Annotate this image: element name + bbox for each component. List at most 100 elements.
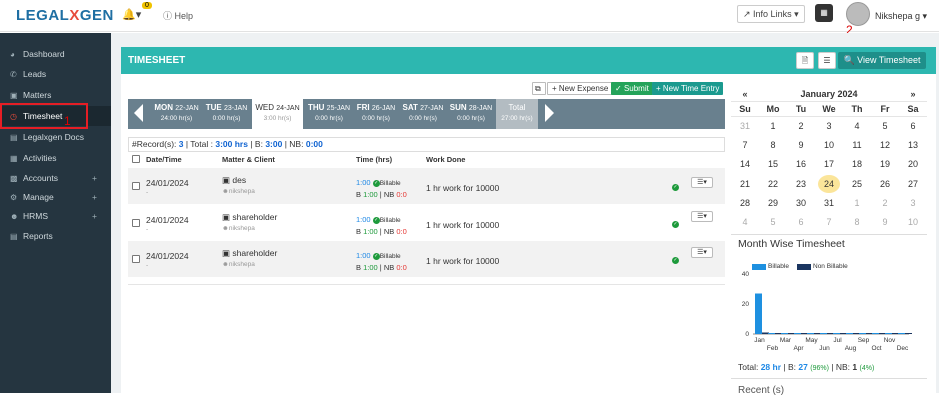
row-matter[interactable]: ▣ des — [222, 175, 246, 186]
sidebar-item-legalxgen-docs[interactable]: ▤ Legalxgen Docs — [0, 127, 111, 147]
calendar-day[interactable]: 10 — [899, 214, 927, 230]
recent-title: Recent (s) — [738, 385, 785, 396]
calendar-day[interactable]: 24 — [818, 174, 840, 193]
new-time-entry-button[interactable]: + New Time Entry — [652, 82, 724, 95]
new-expense-button[interactable]: + New Expense — [547, 82, 614, 95]
prev-week-icon[interactable] — [134, 104, 143, 122]
calendar-day[interactable]: 14 — [731, 156, 759, 172]
calendar-day[interactable]: 22 — [759, 176, 787, 192]
calendar-day[interactable]: 23 — [787, 176, 815, 192]
user-name-dropdown[interactable]: Nikshepa g ▾ — [875, 11, 927, 22]
sidebar-item-leads[interactable]: ✆ Leads — [0, 64, 111, 84]
calendar-day[interactable]: 12 — [871, 137, 899, 153]
calendar-weekday-header: Su — [739, 104, 751, 114]
calendar-day[interactable]: 10 — [815, 137, 843, 153]
row-matter[interactable]: ▣ shareholder — [222, 212, 277, 223]
calendar-day[interactable]: 21 — [731, 176, 759, 192]
calendar-day[interactable]: 5 — [759, 214, 787, 230]
sidebar-item-reports[interactable]: ▤ Reports — [0, 226, 111, 246]
table-row[interactable]: 24/01/2024 - ▣ shareholder ☻nikshepa 1:0… — [128, 205, 725, 241]
calendar-day[interactable]: 1 — [843, 195, 871, 211]
day-fri[interactable]: FRI 26-JAN 0:00 hr(s) — [355, 99, 397, 129]
calendar-day[interactable]: 7 — [815, 214, 843, 230]
row-checkbox[interactable] — [132, 219, 140, 227]
sidebar-item-hrms[interactable]: ☻ HRMS + — [0, 206, 111, 226]
column-header-time: Time (hrs) — [356, 155, 393, 164]
calendar-day[interactable]: 2 — [871, 195, 899, 211]
row-menu-button[interactable]: ☰▾ — [691, 177, 713, 188]
row-checkbox[interactable] — [132, 182, 140, 190]
calendar-day[interactable]: 30 — [787, 195, 815, 211]
sidebar-item-matters[interactable]: ▣ Matters — [0, 85, 111, 105]
calendar-day[interactable]: 13 — [899, 137, 927, 153]
bar-billable-oct — [872, 333, 879, 334]
calendar-day[interactable]: 16 — [787, 156, 815, 172]
export-icon[interactable]: 🗎 — [796, 52, 814, 69]
calendar-day[interactable]: 26 — [871, 176, 899, 192]
approved-check-icon: ✓ — [672, 221, 679, 228]
x-tick-label: Mar — [780, 337, 792, 344]
calendar-day[interactable]: 8 — [843, 214, 871, 230]
calendar-next-icon[interactable]: » — [899, 86, 927, 102]
app-logo[interactable]: LEGALXGEN — [16, 7, 114, 24]
table-row[interactable]: 24/01/2024 - ▣ des ☻nikshepa 1:00 ✓Billa… — [128, 168, 725, 204]
calendar-day[interactable]: 28 — [731, 195, 759, 211]
info-links-dropdown[interactable]: ↗ Info Links ▾ — [737, 5, 805, 23]
day-thu[interactable]: THU 25-JAN 0:00 hr(s) — [305, 99, 353, 129]
day-wed[interactable]: WED 24-JAN 3:00 hr(s) — [252, 99, 303, 129]
sidebar-item-accounts[interactable]: ▩ Accounts + — [0, 168, 111, 188]
row-checkbox[interactable] — [132, 255, 140, 263]
copy-icon[interactable]: ⧉ — [532, 82, 546, 95]
sidebar-item-manage[interactable]: ⚙ Manage + — [0, 187, 111, 207]
calendar-day[interactable]: 19 — [871, 156, 899, 172]
calendar-day[interactable]: 11 — [843, 137, 871, 153]
select-all-checkbox[interactable] — [132, 155, 140, 163]
calendar-day[interactable]: 31 — [815, 195, 843, 211]
next-week-icon[interactable] — [545, 104, 554, 122]
calendar-day[interactable]: 4 — [731, 214, 759, 230]
calendar-prev-icon[interactable]: « — [731, 86, 759, 102]
calendar-day[interactable]: 2 — [787, 118, 815, 134]
calendar-day[interactable]: 7 — [731, 137, 759, 153]
x-tick-label: Dec — [897, 345, 909, 352]
calendar-day[interactable]: 9 — [787, 137, 815, 153]
list-view-icon[interactable]: ☰ — [818, 52, 836, 69]
day-sat[interactable]: SAT 27-JAN 0:00 hr(s) — [400, 99, 446, 129]
calendar-day[interactable]: 8 — [759, 137, 787, 153]
calendar-day[interactable]: 6 — [787, 214, 815, 230]
calendar-day[interactable]: 3 — [899, 195, 927, 211]
calendar-day[interactable]: 3 — [815, 118, 843, 134]
row-date: 24/01/2024 — [146, 215, 189, 225]
calendar-day[interactable]: 31 — [731, 118, 759, 134]
sidebar-item-activities[interactable]: ▦ Activities — [0, 148, 111, 168]
calendar-day[interactable]: 20 — [899, 156, 927, 172]
submit-button[interactable]: ✓ Submit — [611, 82, 653, 95]
briefcase-icon: ▣ — [222, 248, 231, 258]
help-link[interactable]: ⓘ Help — [163, 9, 193, 22]
calendar-day[interactable]: 18 — [843, 156, 871, 172]
table-row[interactable]: 24/01/2024 - ▣ shareholder ☻nikshepa 1:0… — [128, 241, 725, 277]
day-tue[interactable]: TUE 23-JAN 0:00 hr(s) — [203, 99, 250, 129]
calendar-day[interactable]: 29 — [759, 195, 787, 211]
calendar-day[interactable]: 15 — [759, 156, 787, 172]
wallet-icon: ▩ — [10, 174, 18, 183]
row-menu-button[interactable]: ☰▾ — [691, 247, 713, 258]
calendar-day[interactable]: 4 — [843, 118, 871, 134]
calendar-month-label[interactable]: January 2024 — [759, 86, 899, 102]
column-header-date: Date/Time — [146, 155, 182, 164]
calendar-day[interactable]: 6 — [899, 118, 927, 134]
calendar-day[interactable]: 9 — [871, 214, 899, 230]
row-matter[interactable]: ▣ shareholder — [222, 248, 277, 259]
view-timesheet-button[interactable]: 🔍 View Timesheet — [838, 52, 926, 69]
calendar-day[interactable]: 17 — [815, 156, 843, 172]
calendar-day[interactable]: 27 — [899, 176, 927, 192]
row-menu-button[interactable]: ☰▾ — [691, 211, 713, 222]
calendar-day[interactable]: 25 — [843, 176, 871, 192]
sidebar-item-dashboard[interactable]: ◕ Dashboard — [0, 44, 111, 64]
bell-icon[interactable]: 🔔▾ — [122, 8, 141, 21]
calendar-icon[interactable]: ▦ — [815, 4, 833, 22]
calendar-day[interactable]: 5 — [871, 118, 899, 134]
day-mon[interactable]: MON 22-JAN 24:00 hr(s) — [152, 99, 201, 129]
day-sun[interactable]: SUN 28-JAN 0:00 hr(s) — [448, 99, 494, 129]
calendar-day[interactable]: 1 — [759, 118, 787, 134]
